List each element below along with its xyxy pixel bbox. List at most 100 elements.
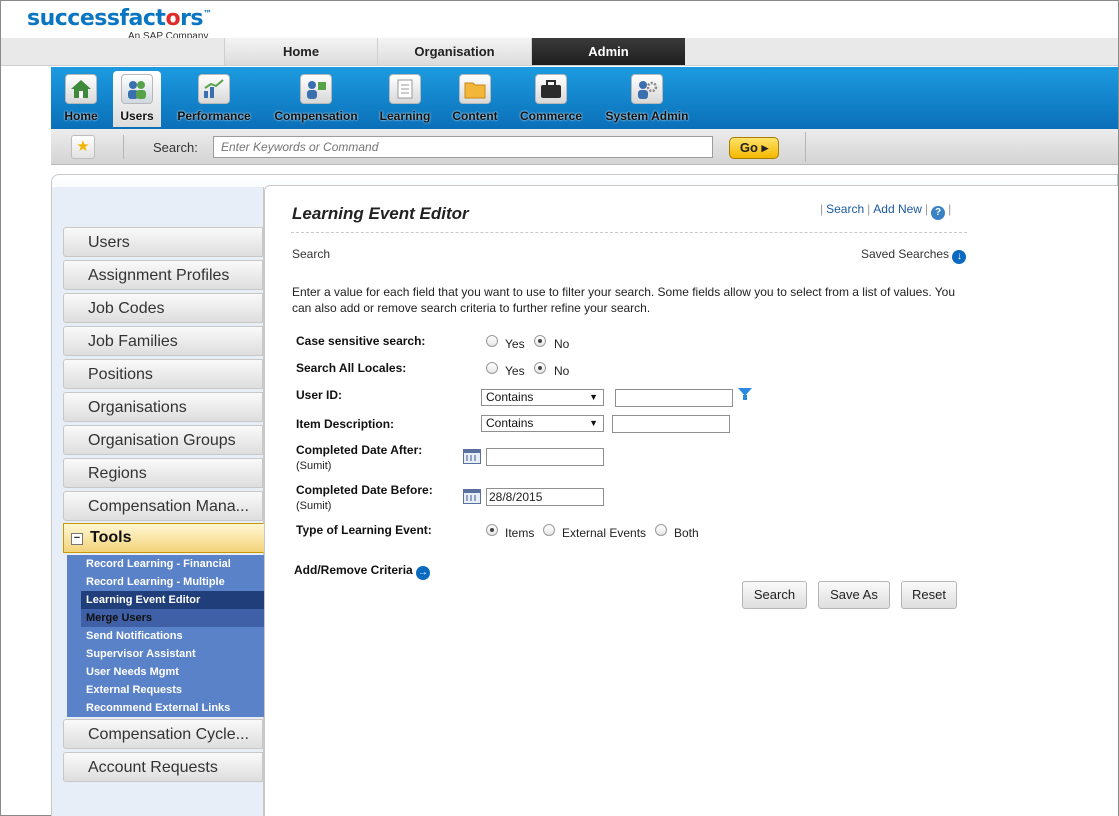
sidebar-item-compensation-management[interactable]: Compensation Mana... bbox=[63, 491, 263, 521]
case-sensitive-label: Case sensitive search: bbox=[296, 334, 426, 348]
sidebar-item-assignment-profiles[interactable]: Assignment Profiles bbox=[63, 260, 263, 290]
help-icon[interactable]: ? bbox=[931, 206, 946, 220]
all-locales-label: Search All Locales: bbox=[296, 361, 407, 375]
nav-learning[interactable]: Learning bbox=[375, 71, 435, 127]
radio-label: No bbox=[554, 364, 570, 378]
nav-system-admin[interactable]: System Admin bbox=[603, 71, 691, 127]
completed-before-input[interactable]: 28/8/2015 bbox=[486, 488, 604, 506]
event-type-items-radio[interactable] bbox=[486, 524, 498, 536]
go-button[interactable]: Go ▸ bbox=[729, 137, 779, 159]
header-links: | Search | Add New |? | bbox=[820, 202, 952, 220]
tab-home[interactable]: Home bbox=[224, 38, 377, 65]
module-nav-bar: Home Users Performance Compensation Lear… bbox=[51, 67, 1118, 129]
radio-label: Items bbox=[505, 526, 535, 540]
user-id-label: User ID: bbox=[296, 388, 343, 402]
item-description-input[interactable] bbox=[612, 415, 730, 433]
nav-users[interactable]: Users bbox=[113, 71, 161, 127]
item-description-label: Item Description: bbox=[296, 417, 395, 431]
dropdown-arrow-icon: ▼ bbox=[589, 418, 598, 428]
nav-compensation[interactable]: Compensation bbox=[271, 71, 361, 127]
sidebar-item-account-requests[interactable]: Account Requests bbox=[63, 752, 263, 782]
sidebar-item-organisation-groups[interactable]: Organisation Groups bbox=[63, 425, 263, 455]
nav-content[interactable]: Content bbox=[447, 71, 503, 127]
tools-item-supervisor-assistant[interactable]: Supervisor Assistant bbox=[85, 645, 264, 663]
case-sensitive-no-radio[interactable] bbox=[534, 335, 546, 347]
tools-item-learning-event-editor[interactable]: Learning Event Editor bbox=[81, 591, 264, 609]
dropdown-arrow-icon: ▼ bbox=[589, 392, 598, 402]
divider bbox=[805, 132, 806, 162]
tools-item-user-needs-mgmt[interactable]: User Needs Mgmt bbox=[85, 663, 264, 681]
section-title: Search bbox=[292, 247, 331, 261]
top-tab-bar: Home Organisation Admin bbox=[1, 38, 1118, 66]
home-icon bbox=[65, 74, 97, 104]
radio-label: Yes bbox=[505, 337, 525, 351]
reset-button[interactable]: Reset bbox=[901, 581, 957, 609]
content-area bbox=[264, 185, 1118, 816]
tools-item-send-notifications[interactable]: Send Notifications bbox=[85, 627, 264, 645]
radio-label: Yes bbox=[505, 364, 525, 378]
sidebar-item-users[interactable]: Users bbox=[63, 227, 263, 257]
filter-funnel-icon[interactable] bbox=[738, 388, 752, 400]
completed-before-sublabel: (Sumit) bbox=[296, 500, 332, 512]
sidebar-item-job-codes[interactable]: Job Codes bbox=[63, 293, 263, 323]
arrow-down-circle-icon: ↓ bbox=[952, 250, 967, 264]
nav-home[interactable]: Home bbox=[59, 71, 103, 127]
command-search-bar: ★ Search: Go ▸ bbox=[51, 129, 1118, 165]
radio-label: External Events bbox=[562, 526, 647, 540]
user-id-operator-select[interactable]: Contains ▼ bbox=[481, 389, 604, 406]
divider bbox=[291, 232, 967, 233]
save-as-button[interactable]: Save As bbox=[818, 581, 890, 609]
favorite-star-icon[interactable]: ★ bbox=[71, 135, 95, 159]
arrow-right-circle-icon: → bbox=[416, 566, 431, 580]
tools-item-record-learning-financial[interactable]: Record Learning - Financial bbox=[85, 555, 264, 573]
tools-item-external-requests[interactable]: External Requests bbox=[85, 681, 264, 699]
page-title: Learning Event Editor bbox=[292, 204, 469, 223]
sidebar-item-positions[interactable]: Positions bbox=[63, 359, 263, 389]
all-locales-no-radio[interactable] bbox=[534, 362, 546, 374]
event-type-both-radio[interactable] bbox=[655, 524, 667, 536]
tools-item-merge-users[interactable]: Merge Users bbox=[81, 609, 264, 627]
learning-document-icon bbox=[389, 74, 421, 104]
saved-searches-link[interactable]: Saved Searches ↓ bbox=[861, 247, 967, 264]
completed-after-label: Completed Date After: bbox=[296, 443, 423, 457]
nav-commerce[interactable]: Commerce bbox=[515, 71, 587, 127]
user-id-input[interactable] bbox=[615, 389, 733, 407]
performance-chart-icon bbox=[198, 74, 230, 104]
search-button[interactable]: Search bbox=[742, 581, 807, 609]
sidebar-item-compensation-cycle[interactable]: Compensation Cycle... bbox=[63, 719, 263, 749]
search-label: Search: bbox=[153, 140, 198, 155]
divider bbox=[123, 135, 124, 159]
instructions-text: Enter a value for each field that you wa… bbox=[292, 285, 956, 315]
sidebar-item-job-families[interactable]: Job Families bbox=[63, 326, 263, 356]
event-type-label: Type of Learning Event: bbox=[296, 523, 432, 537]
tools-submenu: Record Learning - Financial Record Learn… bbox=[67, 555, 264, 717]
completed-after-sublabel: (Sumit) bbox=[296, 460, 332, 472]
completed-after-input[interactable] bbox=[486, 448, 604, 466]
compensation-icon bbox=[300, 74, 332, 104]
tab-organisation[interactable]: Organisation bbox=[377, 38, 531, 65]
collapse-icon[interactable]: − bbox=[71, 533, 83, 545]
tab-admin[interactable]: Admin bbox=[531, 38, 685, 65]
add-new-link[interactable]: Add New bbox=[873, 202, 922, 216]
add-remove-criteria-link[interactable]: Add/Remove Criteria → bbox=[294, 563, 431, 580]
sidebar-item-tools[interactable]: − Tools bbox=[63, 523, 276, 553]
system-admin-gear-icon bbox=[631, 74, 663, 104]
sidebar-item-organisations[interactable]: Organisations bbox=[63, 392, 263, 422]
event-type-external-radio[interactable] bbox=[543, 524, 555, 536]
all-locales-yes-radio[interactable] bbox=[486, 362, 498, 374]
tools-item-record-learning-multiple[interactable]: Record Learning - Multiple bbox=[85, 573, 264, 591]
case-sensitive-yes-radio[interactable] bbox=[486, 335, 498, 347]
radio-label: No bbox=[554, 337, 570, 351]
content-folder-icon bbox=[459, 74, 491, 104]
calendar-icon[interactable] bbox=[463, 449, 481, 464]
search-link[interactable]: Search bbox=[826, 202, 864, 216]
completed-before-label: Completed Date Before: bbox=[296, 483, 433, 497]
commerce-briefcase-icon bbox=[535, 74, 567, 104]
tools-item-recommend-external-links[interactable]: Recommend External Links bbox=[85, 699, 264, 717]
calendar-icon[interactable] bbox=[463, 489, 481, 504]
item-description-operator-select[interactable]: Contains ▼ bbox=[481, 415, 604, 432]
users-icon bbox=[121, 74, 153, 104]
nav-performance[interactable]: Performance bbox=[171, 71, 257, 127]
search-input[interactable] bbox=[213, 136, 713, 158]
sidebar-item-regions[interactable]: Regions bbox=[63, 458, 263, 488]
